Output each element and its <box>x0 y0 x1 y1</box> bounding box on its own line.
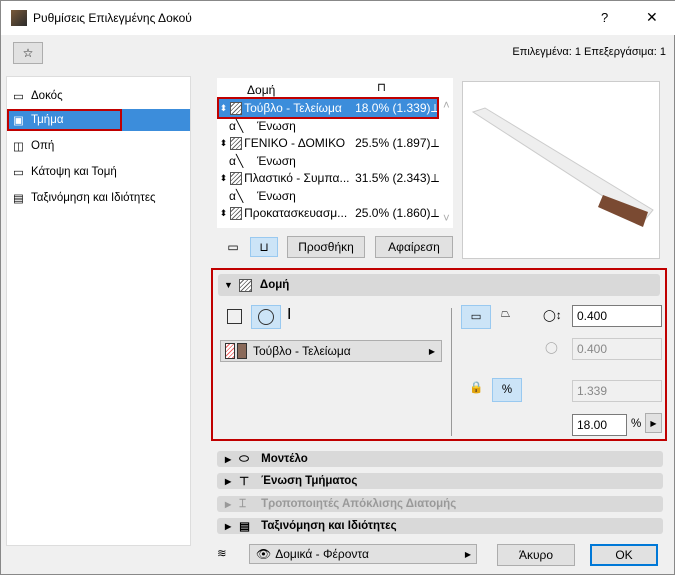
column-header-structure: Δομή <box>247 83 276 97</box>
eye-icon: 👁 <box>256 547 272 561</box>
percent-unit: % <box>631 418 642 430</box>
percent-button[interactable]: % <box>492 378 522 402</box>
ok-button[interactable]: OK <box>590 544 658 566</box>
length-field: 1.339 <box>572 380 662 402</box>
angle-icon: α╲ <box>229 188 244 203</box>
model-icon: ⬭ <box>239 452 249 465</box>
height-icon: ◯ <box>545 342 558 354</box>
hole-icon: ◫ <box>13 141 24 153</box>
material-select[interactable]: Τούβλο - Τελείωμα ▶ <box>220 340 442 362</box>
width-column-icon: ⊓ <box>377 82 386 94</box>
drag-handle-icon[interactable]: ⬍ <box>217 138 230 149</box>
title-bar: Ρυθμίσεις Επιλεγμένης Δοκού ? ✕ <box>1 1 675 35</box>
scroll-up[interactable]: ˄ <box>443 100 450 112</box>
sidebar-item-classification[interactable]: ▤ Ταξινόμηση και Ιδιότητες <box>13 187 195 209</box>
percent-field[interactable]: 18.00 <box>572 414 627 436</box>
beam-icon: ▭ <box>13 91 24 103</box>
percent-menu-button[interactable]: ▶ <box>645 413 662 433</box>
section-view-button[interactable]: ⊔ <box>250 237 278 257</box>
segment-name: Πλαστικό - Συμπα... <box>244 171 350 185</box>
drag-handle-icon[interactable]: ⬍ <box>217 173 230 184</box>
layer-select[interactable]: 👁 Δομικά - Φέροντα ▶ <box>249 544 477 564</box>
length-ratio-icon: ⟂ <box>430 170 439 185</box>
joint-name: Ένωση <box>257 118 296 133</box>
structure-panel: ▼ Δομή I Τούβλο - Τελείωμα ▶ ▭ ⏢ ◯↕ 0.400… <box>211 268 667 441</box>
joint-name: Ένωση <box>257 188 296 203</box>
segment-icon: ▣ <box>13 115 24 127</box>
list-icon: ▤ <box>13 193 24 205</box>
material-swatch <box>225 343 235 359</box>
tapered-button[interactable]: ⏢ <box>501 308 510 321</box>
rect-view-button[interactable]: ▭ <box>219 237 247 257</box>
favorites-button[interactable]: ☆ <box>13 42 43 64</box>
panel-profile-modifiers: ▶ ⌶ Τροποποιητές Απόκλισης Διατομής <box>217 496 663 512</box>
hatch-icon <box>238 278 252 292</box>
cancel-button[interactable]: Άκυρο <box>497 544 575 566</box>
segment-table: Δομή ⊓ ⬍ Τούβλο - Τελείωμα 18.0% (1.339) ⟂ α… <box>217 78 453 228</box>
drag-handle-icon[interactable]: ⬍ <box>217 208 230 219</box>
hatch-icon <box>229 171 243 185</box>
3d-preview <box>462 81 660 259</box>
close-button[interactable]: ✕ <box>646 9 658 26</box>
i-profile-button[interactable]: I <box>287 306 291 324</box>
straight-button[interactable]: ▭ <box>461 305 491 329</box>
app-icon <box>11 10 27 26</box>
list-icon: ▤ <box>239 521 251 533</box>
joint-icon: ⊤ <box>239 476 250 488</box>
length-ratio-icon: ⟂ <box>430 205 439 220</box>
angle-icon: α╲ <box>229 153 244 168</box>
sidebar-item-floorplan[interactable]: ▭ Κάτοψη και Τομή <box>13 161 195 183</box>
layer-icon: ≋ <box>217 548 227 560</box>
help-button[interactable]: ? <box>601 10 608 25</box>
segment-row[interactable]: ⬍ Προκατασκευασμ... 25.0% (1.860) ⟂ <box>217 202 439 224</box>
selection-status: Επιλεγμένα: 1 Επεξεργάσιμα: 1 <box>512 46 666 58</box>
segment-value: 31.5% (2.343) <box>355 171 431 185</box>
rect-shape-button[interactable] <box>227 309 242 324</box>
segment-name: ΓΕΝΙΚΟ - ΔΟΜΙΚΟ <box>244 136 346 150</box>
drag-handle-icon[interactable]: ⬍ <box>217 103 230 114</box>
selection-bar <box>122 109 190 131</box>
width-icon: ◯↕ <box>543 310 562 322</box>
length-ratio-icon: ⟂ <box>430 135 439 150</box>
window-title: Ρυθμίσεις Επιλεγμένης Δοκού <box>33 11 192 25</box>
sidebar-item-beam[interactable]: ▭ Δοκός <box>13 85 195 107</box>
width-field[interactable]: 0.400 <box>572 305 662 327</box>
segment-value: 25.5% (1.897) <box>355 136 431 150</box>
lock-length-button[interactable]: 🔒 <box>469 380 483 394</box>
sidebar: ▭ Δοκός ▣ Τμήμα ◫ Οπή ▭ Κάτοψη και Τομή ▤ Ταξ… <box>6 76 191 546</box>
joint-name: Ένωση <box>257 153 296 168</box>
divider <box>451 308 452 436</box>
sidebar-item-segment[interactable]: ▣ Τμήμα <box>7 109 122 131</box>
panel-segment-joint[interactable]: ▶ ⊤ Ένωση Τμήματος <box>217 473 663 489</box>
hatch-icon <box>229 206 243 220</box>
floorplan-icon: ▭ <box>13 167 24 179</box>
segment-name: Προκατασκευασμ... <box>244 206 348 220</box>
segment-value: 25.0% (1.860) <box>355 206 431 220</box>
sidebar-item-hole[interactable]: ◫ Οπή <box>13 135 195 157</box>
height-field: 0.400 <box>572 338 662 360</box>
scroll-down[interactable]: ˅ <box>443 213 450 225</box>
hatch-icon <box>229 101 243 115</box>
panel-model[interactable]: ▶ ⬭ Μοντέλο <box>217 451 663 467</box>
panel-classification[interactable]: ▶ ▤ Ταξινόμηση και Ιδιότητες <box>217 518 663 534</box>
length-ratio-icon: ⟂ <box>430 100 439 115</box>
segment-value: 18.0% (1.339) <box>355 101 431 115</box>
modifier-icon: ⌶ <box>239 497 247 510</box>
add-button[interactable]: Προσθήκη <box>287 236 365 258</box>
angle-icon: α╲ <box>229 118 244 133</box>
remove-button[interactable]: Αφαίρεση <box>375 236 453 258</box>
circle-shape-button[interactable] <box>251 305 281 329</box>
material-color <box>237 343 247 359</box>
structure-header[interactable]: ▼ Δομή <box>218 274 660 296</box>
hatch-icon <box>229 136 243 150</box>
segment-name: Τούβλο - Τελείωμα <box>244 101 342 115</box>
